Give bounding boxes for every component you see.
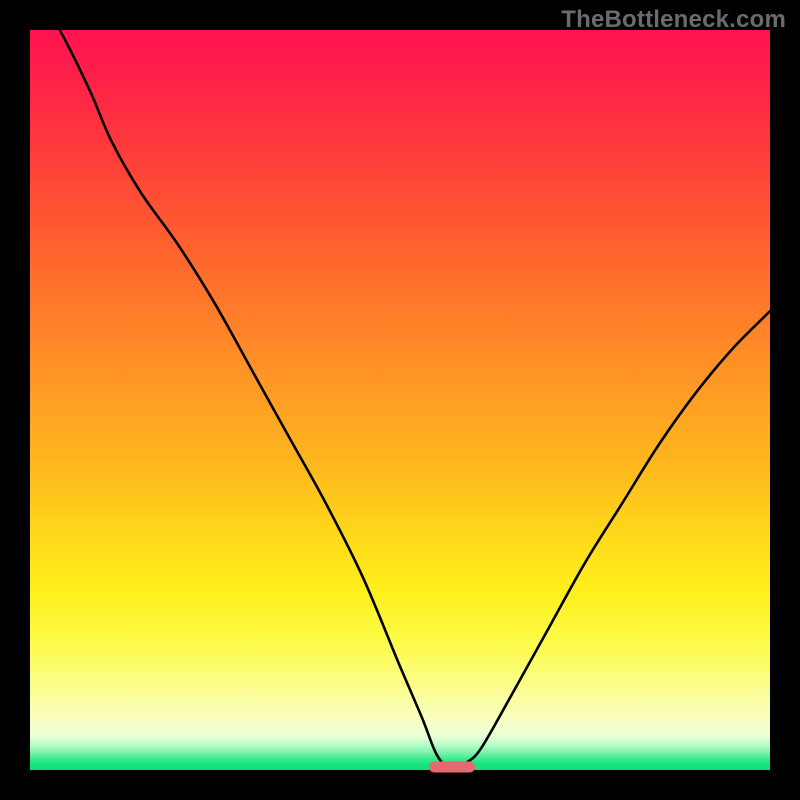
- chart-container: TheBottleneck.com: [0, 0, 800, 800]
- watermark-text: TheBottleneck.com: [561, 6, 786, 34]
- bottleneck-curve: [30, 30, 770, 770]
- plot-area: [30, 30, 770, 770]
- balance-point-marker: [429, 762, 475, 773]
- bottleneck-curve-path: [30, 30, 770, 770]
